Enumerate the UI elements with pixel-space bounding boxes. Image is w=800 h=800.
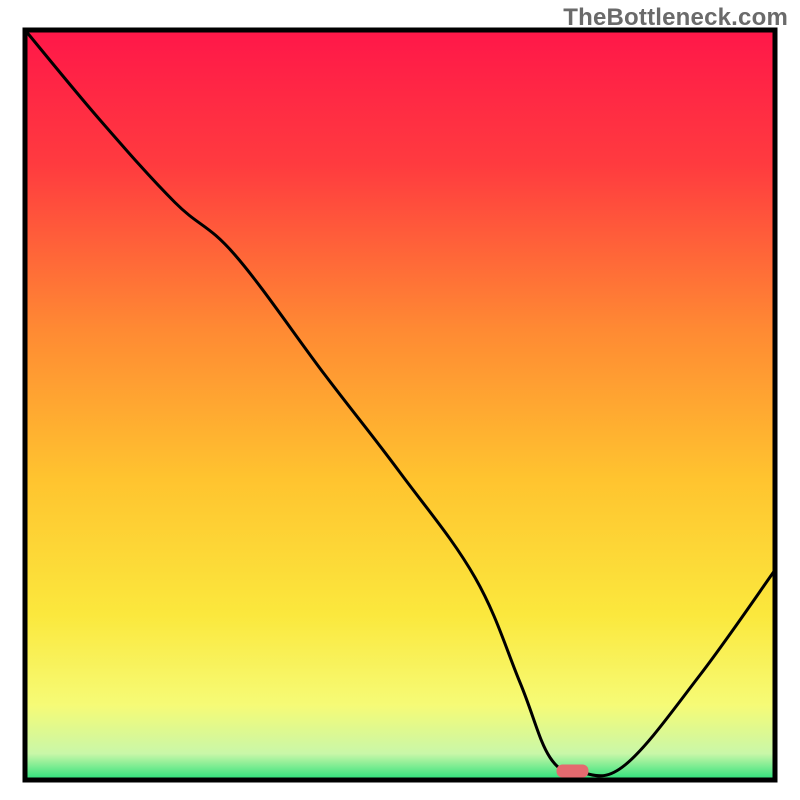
chart-frame: TheBottleneck.com xyxy=(0,0,800,800)
minimum-marker xyxy=(557,765,589,778)
watermark-text: TheBottleneck.com xyxy=(563,4,788,32)
plot-background xyxy=(25,30,775,780)
bottleneck-chart xyxy=(0,0,800,800)
